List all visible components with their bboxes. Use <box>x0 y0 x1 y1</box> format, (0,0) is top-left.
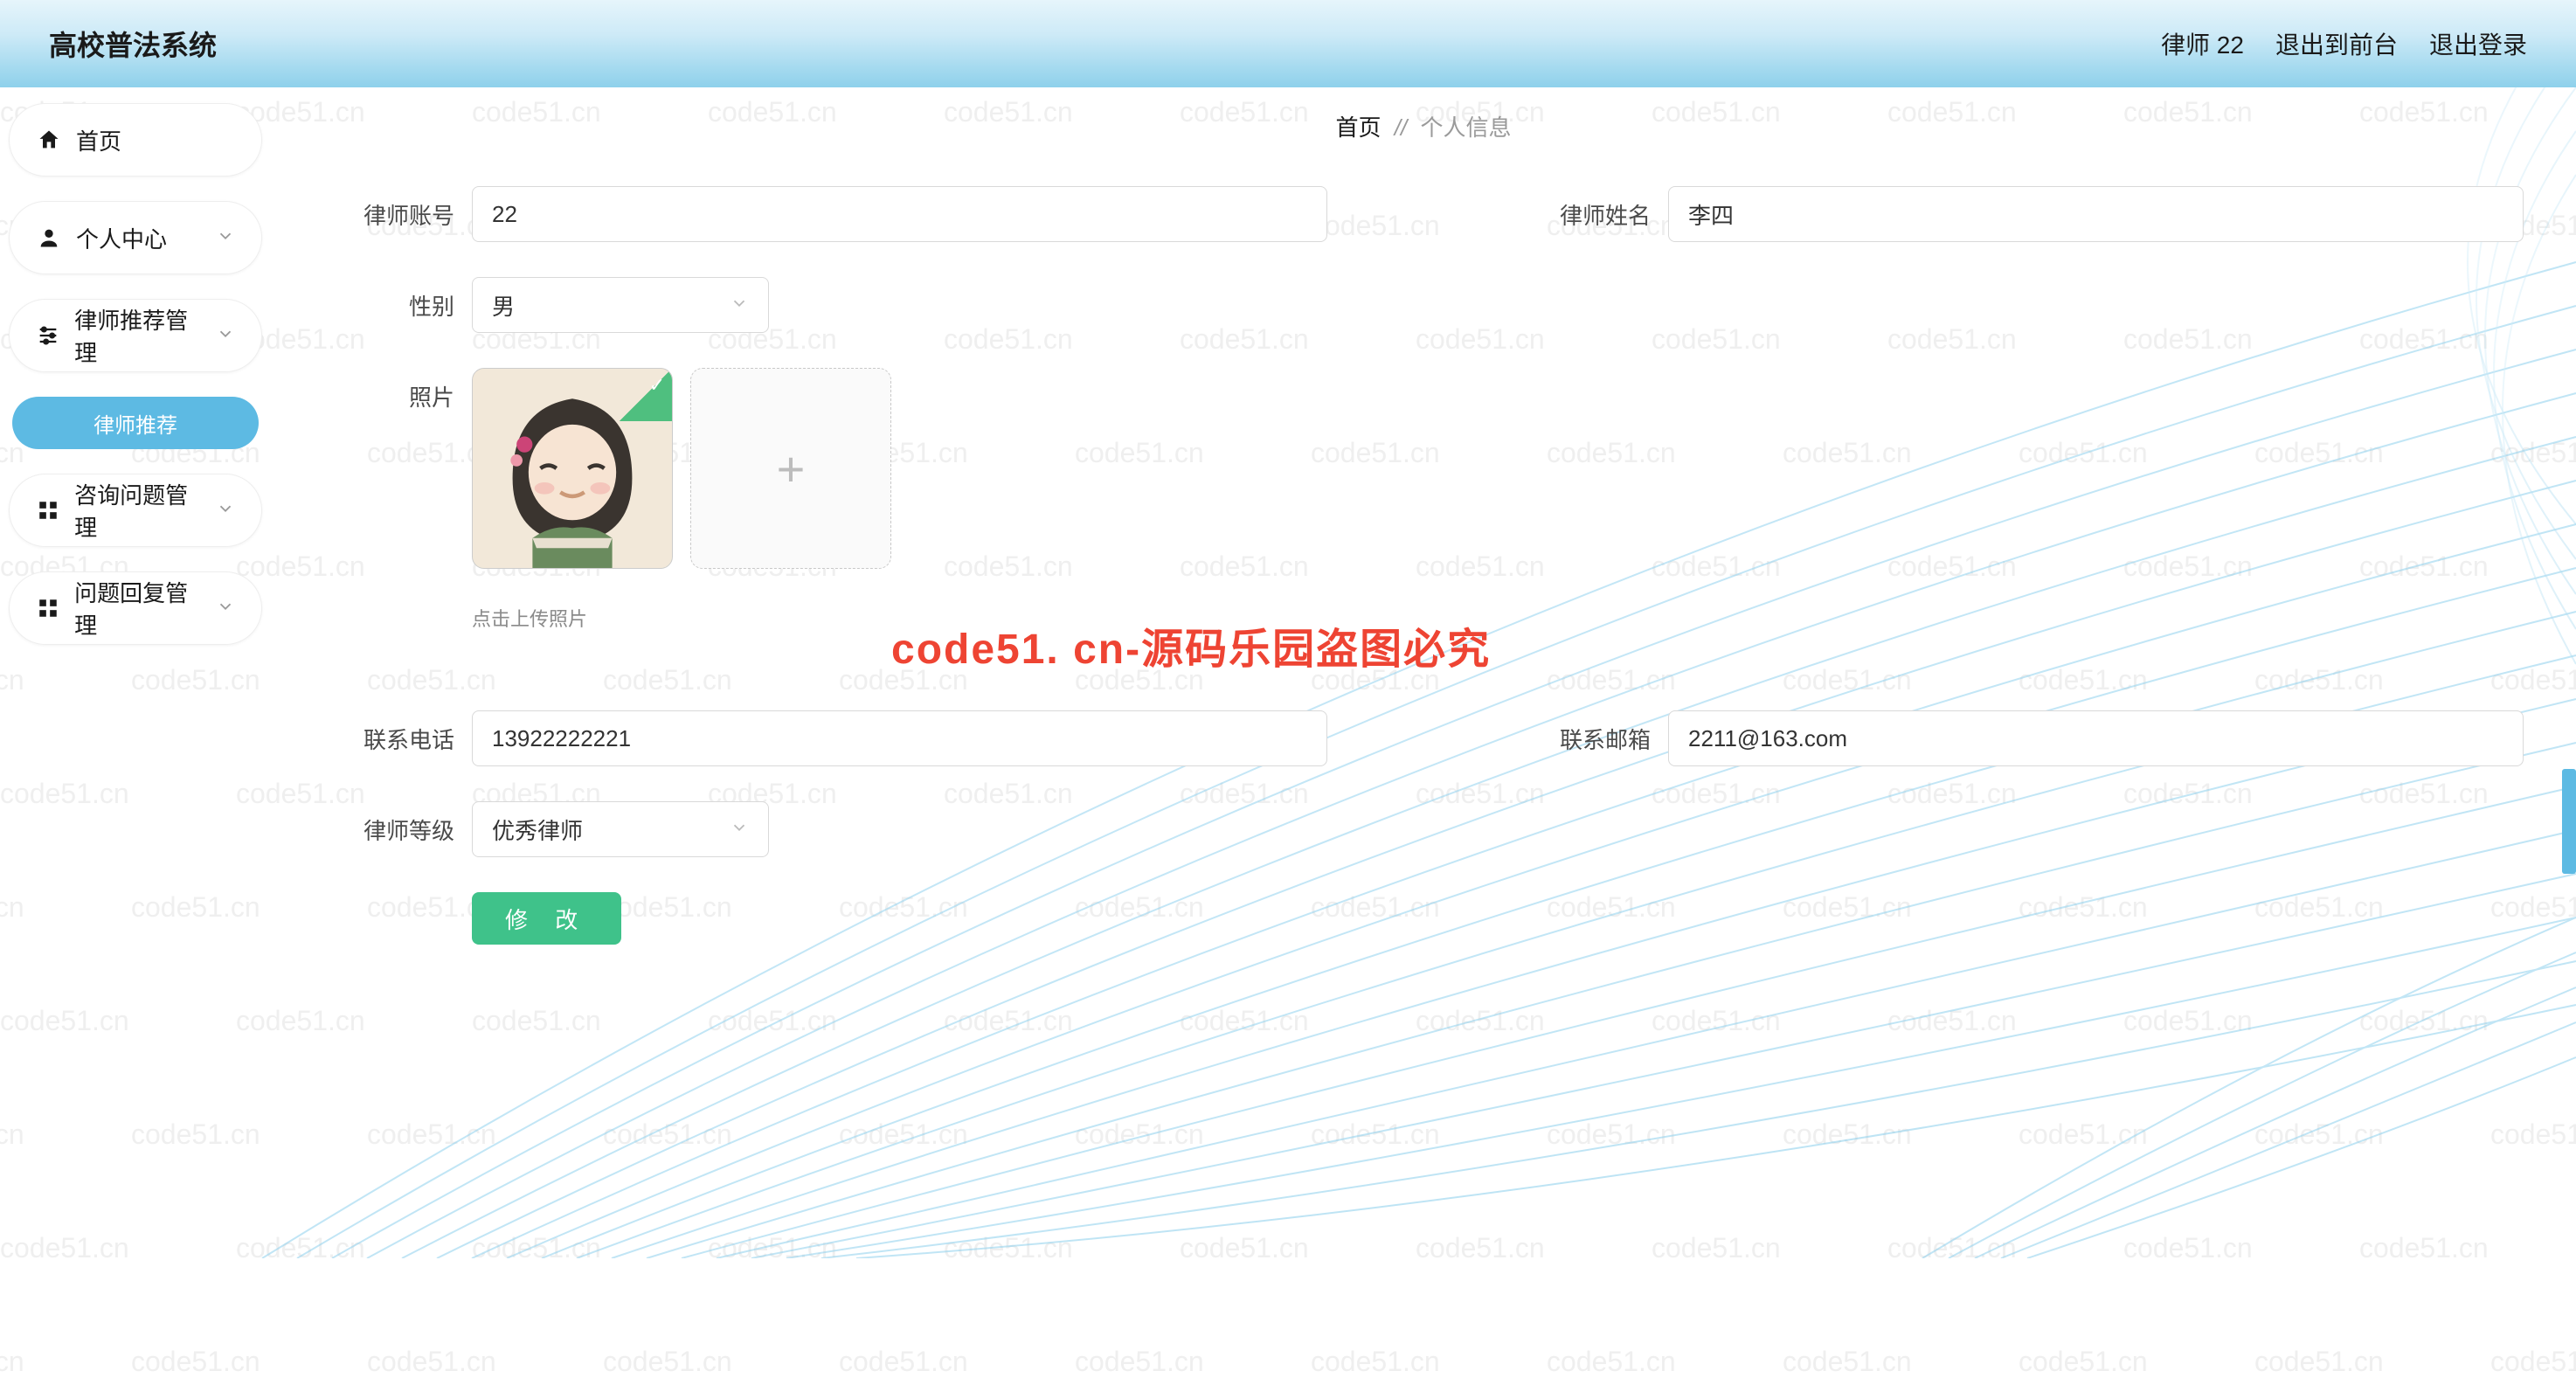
watermark-text: code51.cn <box>1783 1346 1912 1378</box>
level-select[interactable]: 优秀律师 <box>472 801 769 857</box>
sidebar-item-reply-mgmt[interactable]: 问题回复管理 <box>9 571 262 645</box>
chevron-down-icon <box>730 292 749 319</box>
watermark-text: code51.cn <box>131 1346 260 1378</box>
breadcrumb-home[interactable]: 首页 <box>1336 114 1381 141</box>
home-icon <box>36 127 62 153</box>
person-icon <box>36 225 62 251</box>
sidebar-item-personal[interactable]: 个人中心 <box>9 201 262 274</box>
name-label: 律师姓名 <box>1520 186 1651 231</box>
photo-label: 照片 <box>323 368 454 412</box>
sidebar-item-home[interactable]: 首页 <box>9 103 262 177</box>
watermark-text: code51.cn <box>367 1346 496 1378</box>
user-link[interactable]: 律师 22 <box>2161 26 2244 61</box>
header: 高校普法系统 律师 22 退出到前台 退出登录 <box>0 0 2576 87</box>
photo-thumbnail[interactable] <box>472 368 673 569</box>
sidebar-item-label: 首页 <box>76 124 121 156</box>
grid-icon <box>36 595 60 621</box>
phone-input[interactable] <box>472 710 1327 766</box>
chevron-down-icon <box>730 816 749 843</box>
email-input[interactable] <box>1668 710 2524 766</box>
watermark-text: code51.cn <box>0 1346 24 1378</box>
settings-list-icon <box>36 322 60 349</box>
sidebar-item-lawyer-rec-mgmt[interactable]: 律师推荐管理 <box>9 299 262 372</box>
chevron-down-icon <box>216 225 235 252</box>
app-title: 高校普法系统 <box>49 24 217 64</box>
profile-form: 律师账号 律师姓名 性别 男 <box>323 186 2524 945</box>
watermark-text: code51.cn <box>2254 1346 2384 1378</box>
grid-icon <box>36 497 60 523</box>
submit-button[interactable]: 修 改 <box>472 892 621 945</box>
breadcrumb-separator: // <box>1395 114 1407 141</box>
phone-label: 联系电话 <box>323 710 454 755</box>
watermark-text: code51.cn <box>839 1346 968 1378</box>
watermark-text: code51.cn <box>1311 1346 1440 1378</box>
gender-select[interactable]: 男 <box>472 277 769 333</box>
watermark-notice: code51. cn-源码乐园盗图必究 <box>891 614 2524 675</box>
sidebar-subitem-lawyer-rec[interactable]: 律师推荐 <box>12 397 259 449</box>
watermark-text: code51.cn <box>1075 1346 1204 1378</box>
chevron-down-icon <box>216 322 235 350</box>
photo-upload-button[interactable]: + <box>690 368 891 569</box>
account-input[interactable] <box>472 186 1327 242</box>
watermark-text: code51.cn <box>603 1346 732 1378</box>
sidebar-item-label: 咨询问题管理 <box>74 478 202 543</box>
watermark-text: code51.cn <box>2490 1346 2576 1378</box>
scrollbar-thumb[interactable] <box>2562 769 2576 874</box>
gender-label: 性别 <box>323 277 454 322</box>
sidebar-item-label: 个人中心 <box>76 222 167 254</box>
level-value: 优秀律师 <box>492 814 583 846</box>
sidebar-item-consult-mgmt[interactable]: 咨询问题管理 <box>9 474 262 547</box>
gender-value: 男 <box>492 289 515 322</box>
sidebar: 首页 个人中心 律师推荐管理 律师推荐 <box>0 87 271 1258</box>
breadcrumb: 首页 // 个人信息 <box>323 110 2524 142</box>
chevron-down-icon <box>216 497 235 524</box>
sidebar-item-label: 律师推荐 <box>93 408 177 439</box>
email-label: 联系邮箱 <box>1520 710 1651 755</box>
sidebar-item-label: 问题回复管理 <box>74 576 202 641</box>
watermark-text: code51.cn <box>1547 1346 1676 1378</box>
level-label: 律师等级 <box>323 801 454 846</box>
sidebar-item-label: 律师推荐管理 <box>74 303 202 368</box>
watermark-text: code51.cn <box>2019 1346 2148 1378</box>
account-label: 律师账号 <box>323 186 454 231</box>
logout-link[interactable]: 退出登录 <box>2429 26 2527 61</box>
chevron-down-icon <box>216 595 235 622</box>
exit-to-front-link[interactable]: 退出到前台 <box>2275 26 2398 61</box>
name-input[interactable] <box>1668 186 2524 242</box>
main: 首页 // 个人信息 律师账号 律师姓名 性别 男 <box>271 87 2576 1258</box>
check-badge-icon <box>620 369 672 421</box>
breadcrumb-current: 个人信息 <box>1420 114 1511 141</box>
plus-icon: + <box>777 440 806 497</box>
